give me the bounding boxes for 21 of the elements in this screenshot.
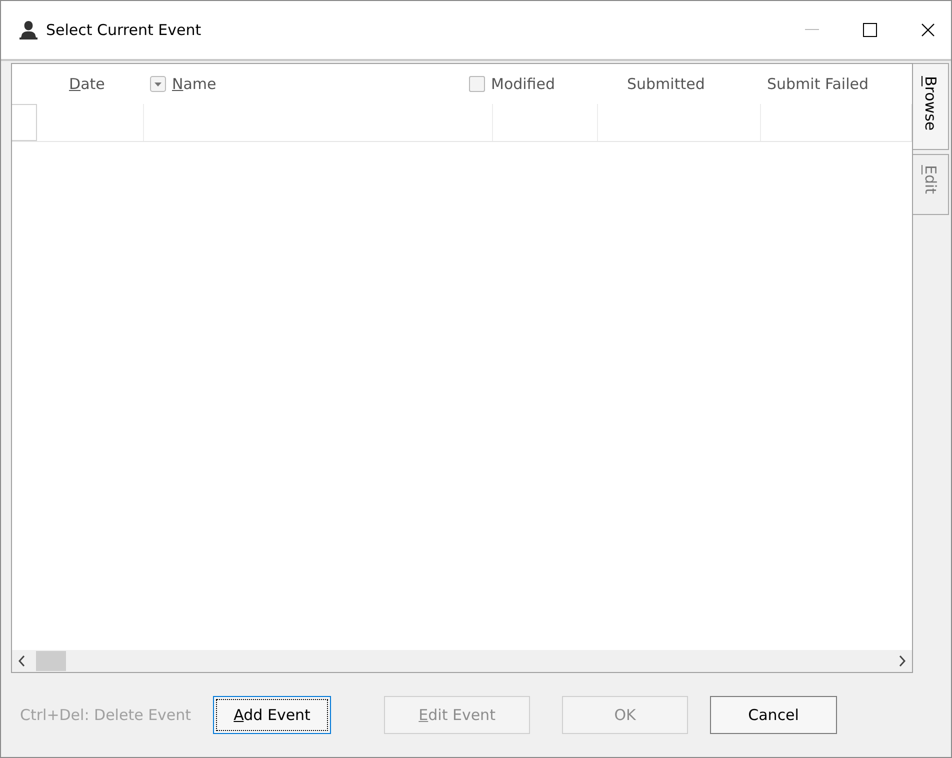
shortcut-hint: Ctrl+Del: Delete Event [20, 706, 192, 724]
scrollbar-thumb[interactable] [36, 651, 66, 671]
dialog-button[interactable]: Add Event [213, 696, 332, 734]
column-header[interactable]: Modified [491, 75, 556, 93]
person-icon [19, 20, 38, 40]
maximize-icon[interactable] [863, 23, 877, 37]
scroll-left-icon[interactable] [18, 655, 26, 667]
dropdown-icon[interactable] [150, 76, 166, 92]
column-header[interactable]: Submitted [627, 75, 705, 93]
column-header[interactable]: Submit Failed [767, 75, 869, 93]
window-title: Select Current Event [46, 21, 202, 39]
horizontal-scrollbar[interactable] [12, 650, 912, 672]
dialog-button[interactable]: Cancel [710, 696, 838, 734]
minimize-icon[interactable] [805, 29, 819, 31]
column-header[interactable]: Date [69, 75, 105, 93]
scroll-right-icon[interactable] [898, 655, 906, 667]
close-icon[interactable] [921, 23, 935, 37]
checkbox[interactable] [469, 76, 485, 92]
column-header[interactable]: Name [172, 75, 216, 93]
side-tab[interactable]: Edit [913, 154, 949, 215]
side-tab[interactable]: Browse [913, 63, 949, 150]
